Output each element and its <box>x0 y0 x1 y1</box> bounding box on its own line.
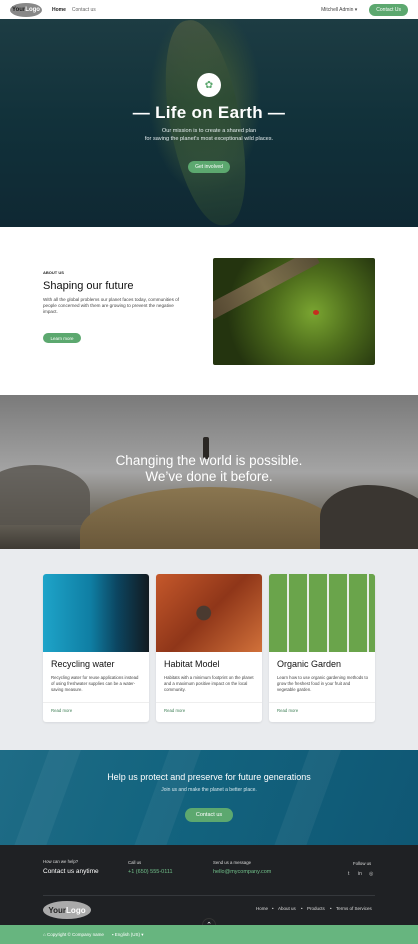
main-nav: Home Contact us <box>52 7 96 13</box>
nav-home[interactable]: Home <box>52 7 66 13</box>
card-image <box>43 574 149 652</box>
chevron-down-icon: ▾ <box>354 6 358 13</box>
cta-subtitle: Join us and make the planet a better pla… <box>161 787 257 793</box>
about-kicker: ABOUT US <box>43 270 64 275</box>
card-text: Habitats with a minimum footprint on the… <box>164 675 254 692</box>
footer-link-products[interactable]: Products <box>307 906 325 911</box>
hero-title: — Life on Earth — <box>132 103 286 122</box>
card-title: Organic Garden <box>277 659 342 669</box>
read-more-link[interactable]: Read more <box>277 708 298 713</box>
cta-title: Help us protect and preserve for future … <box>107 772 311 782</box>
leaf-icon: ✿ <box>197 73 221 97</box>
banner-section: Changing the world is possible. We’ve do… <box>0 395 418 549</box>
footer-divider <box>43 895 375 896</box>
flag-icon: ▪ <box>111 931 114 937</box>
user-menu[interactable]: Mitchell Admin ▾ <box>321 7 357 13</box>
card-text: Recycling water for reuse applications i… <box>51 675 139 692</box>
card-image <box>156 574 262 652</box>
follow-label: Follow us <box>353 861 372 866</box>
card-title: Habitat Model <box>164 659 220 669</box>
help-label: How can we help? <box>43 859 79 864</box>
help-value: Contact us anytime <box>43 868 99 875</box>
cta-contact-button[interactable]: Contact us <box>185 808 233 822</box>
read-more-link[interactable]: Read more <box>51 708 72 713</box>
learn-more-button[interactable]: Learn more <box>43 333 81 343</box>
email-link[interactable]: hello@mycompany.com <box>213 869 271 875</box>
card-text: Learn how to use organic gardening metho… <box>277 675 369 692</box>
footer-logo[interactable]: Your Logo <box>43 901 91 919</box>
call-label: Call us <box>128 860 142 865</box>
card-habitat-model: Habitat Model Habitats with a minimum fo… <box>156 574 262 722</box>
cta-section: Help us protect and preserve for future … <box>0 750 418 845</box>
about-title: Shaping our future <box>43 280 134 292</box>
linkedin-icon[interactable]: in <box>358 871 362 877</box>
hero-image <box>155 19 255 227</box>
footer-link-home[interactable]: Home <box>256 906 268 911</box>
footer: How can we help? Contact us anytime Call… <box>0 845 418 932</box>
home-icon: ⌂ <box>43 932 46 937</box>
footer-link-sep: • <box>272 906 274 911</box>
footer-link-about[interactable]: About us <box>278 906 296 911</box>
nav-contact[interactable]: Contact us <box>72 7 96 13</box>
language-selector[interactable]: ▪ English (US) ▾ <box>112 932 144 938</box>
chevron-down-icon: ▾ <box>141 931 144 937</box>
copyright-bar: ⌂ Copyright © Company name ▪ English (US… <box>0 925 418 944</box>
message-label: Send us a message <box>213 860 251 865</box>
phone-link[interactable]: +1 (650) 555-0111 <box>128 869 173 875</box>
card-organic-garden: Organic Garden Learn how to use organic … <box>269 574 375 722</box>
header-contact-button[interactable]: Contact Us <box>369 3 408 16</box>
footer-link-sep: • <box>330 906 332 911</box>
ladybug-image <box>213 258 375 365</box>
top-header: Your Logo Home Contact us Mitchell Admin … <box>0 0 418 19</box>
hero-subtitle: Our mission is to create a shared plan f… <box>144 128 274 142</box>
read-more-link[interactable]: Read more <box>164 708 185 713</box>
copyright-text: ⌂ Copyright © Company name <box>43 932 104 937</box>
get-involved-button[interactable]: Get involved <box>188 161 230 173</box>
card-title: Recycling water <box>51 659 115 669</box>
instagram-icon[interactable]: ◎ <box>369 871 373 877</box>
hero-section: ✿ — Life on Earth — Our mission is to cr… <box>0 19 418 227</box>
twitter-icon[interactable]: t <box>348 871 349 877</box>
card-recycling-water: Recycling water Recycling water for reus… <box>43 574 149 722</box>
footer-link-terms[interactable]: Terms of Services <box>336 906 372 911</box>
about-text: With all the global problems our planet … <box>43 297 180 315</box>
card-image <box>269 574 375 652</box>
footer-link-sep: • <box>301 906 303 911</box>
banner-title: Changing the world is possible. We’ve do… <box>115 453 303 484</box>
features-section: Recycling water Recycling water for reus… <box>0 549 418 750</box>
logo[interactable]: Your Logo <box>10 2 42 17</box>
about-section: ABOUT US Shaping our future With all the… <box>0 227 418 395</box>
